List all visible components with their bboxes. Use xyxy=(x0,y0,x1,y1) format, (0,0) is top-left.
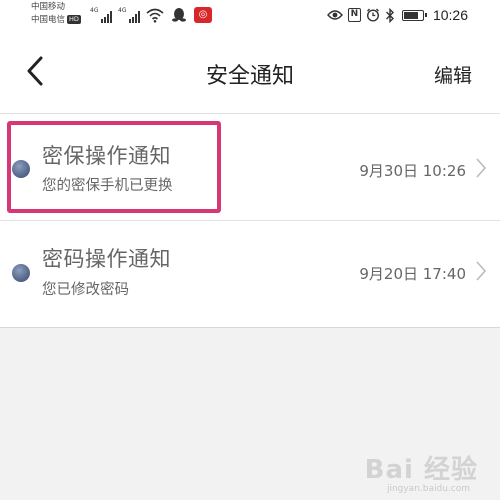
notification-subtitle: 您已修改密码 xyxy=(42,282,129,298)
baidu-jingyan-watermark: Bai 经验 xyxy=(364,455,478,485)
edit-button[interactable]: 编辑 xyxy=(434,61,472,88)
notification-title: 密码操作通知 xyxy=(42,247,171,271)
page-title: 安全通知 xyxy=(205,64,294,89)
hd-badge: HD xyxy=(67,15,81,24)
signal-tag: 4G xyxy=(90,7,99,14)
unread-dot-icon xyxy=(12,264,30,282)
notification-subtitle: 您的密保手机已更换 xyxy=(42,178,173,194)
notification-time: 9月20日 17:40 xyxy=(359,265,466,283)
battery-level xyxy=(403,11,419,19)
alarm-icon xyxy=(366,8,379,22)
list-item[interactable]: 密码操作通知 您已修改密码 9月20日 17:40 xyxy=(0,221,500,328)
list-item[interactable]: 密保操作通知 您的密保手机已更换 9月30日 10:26 xyxy=(0,114,500,221)
carrier-name-2-label: 中国电信 xyxy=(31,15,66,25)
notification-title: 密保操作通知 xyxy=(42,144,171,168)
nfc-icon: N xyxy=(347,8,361,22)
signal-tag: 4G xyxy=(118,7,127,14)
notification-list: 密保操作通知 您的密保手机已更换 9月30日 10:26 密码操作通知 您已修改… xyxy=(0,114,500,328)
bluetooth-icon xyxy=(385,7,394,23)
nav-bar: 安全通知 编辑 xyxy=(0,30,500,114)
app-badge-icon: ◎ xyxy=(194,7,212,23)
carrier-name-1: 中国移动 xyxy=(31,2,66,12)
status-icons-left: 4G 4G ◎ xyxy=(90,5,212,23)
notification-time: 9月30日 10:26 xyxy=(359,162,466,180)
signal-icon: 4G xyxy=(118,7,140,23)
chevron-right-icon xyxy=(476,261,487,281)
status-time: 10:26 xyxy=(432,7,468,23)
wifi-icon xyxy=(146,8,164,23)
status-icons-right: N 10:26 xyxy=(327,5,468,25)
chevron-right-icon xyxy=(476,158,487,178)
watermark-url: jingyan.baidu.com xyxy=(386,484,470,494)
status-bar: 中国移动 中国电信 HD 4G 4G ◎ N 10:26 xyxy=(0,0,500,30)
eye-icon xyxy=(327,10,343,20)
carrier-name-2: 中国电信 HD xyxy=(31,15,81,25)
qq-icon xyxy=(172,8,186,22)
battery-icon xyxy=(401,9,427,21)
unread-dot-icon xyxy=(12,160,30,178)
signal-icon: 4G xyxy=(90,7,112,23)
